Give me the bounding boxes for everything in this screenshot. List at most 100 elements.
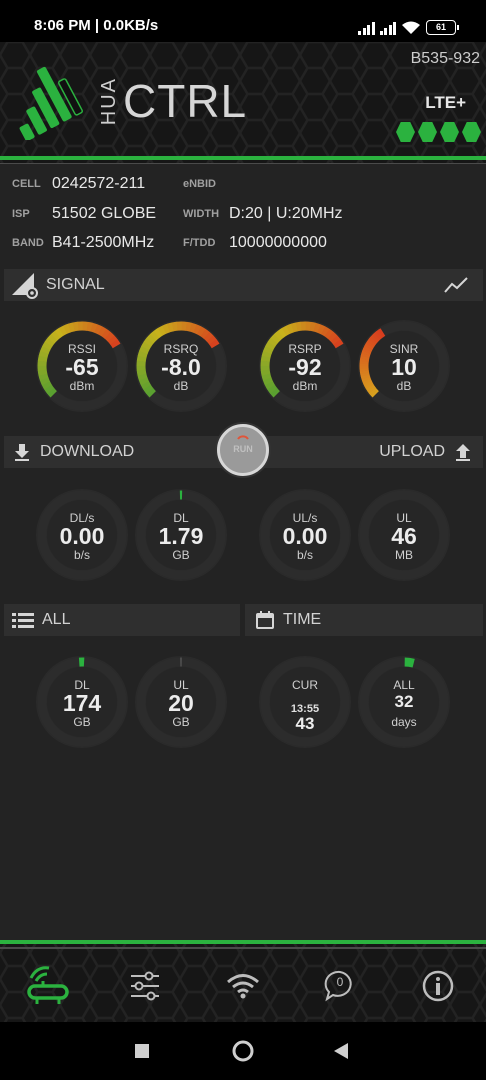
gauge-arc-segment xyxy=(327,331,338,342)
gauge-arc-segment xyxy=(149,330,160,341)
enbid-label: eNBID xyxy=(183,178,217,190)
nav-settings[interactable] xyxy=(117,962,173,1010)
gauge-unit: dB xyxy=(396,379,412,393)
gauge-arc-segment xyxy=(54,327,64,338)
list-icon xyxy=(12,613,34,628)
current-time-gauge: CUR 13:55 43 xyxy=(259,656,351,748)
nav-wifi[interactable] xyxy=(215,962,271,1010)
gauge-arc-segment xyxy=(309,321,317,332)
gauge-value: 1.79 xyxy=(158,523,204,549)
gauge-arc-segment xyxy=(185,321,193,332)
time-label: TIME xyxy=(283,611,322,628)
gauge-arc-segment xyxy=(67,322,76,333)
gauge-unit: b/s xyxy=(73,548,90,562)
cell-info-panel: CELL 0242572-211 eNBID ISP 51502 GLOBE W… xyxy=(0,170,486,262)
gauge-unit: GB xyxy=(73,715,91,729)
back-icon[interactable] xyxy=(333,1042,349,1060)
gauge-arc-segment xyxy=(72,321,80,332)
recents-icon[interactable] xyxy=(134,1043,150,1059)
gauge-arc-segment xyxy=(375,329,384,339)
gauge-arc-segment xyxy=(47,333,58,344)
gauge-arc-segment xyxy=(90,322,98,333)
home-icon[interactable] xyxy=(231,1039,255,1063)
upload-label: UPLOAD xyxy=(379,443,445,460)
gauge-arc-segment xyxy=(197,326,206,337)
gauge-ring xyxy=(259,656,351,748)
chart-icon[interactable] xyxy=(443,276,469,294)
nav-home[interactable] xyxy=(20,962,76,1010)
ftdd-value: 10000000000 xyxy=(229,234,327,251)
gauge-arc-segment xyxy=(146,333,157,344)
bottom-divider xyxy=(0,947,486,949)
ul-total-gauge: UL 46 MB xyxy=(358,489,450,581)
all-section-header[interactable]: ALL xyxy=(4,604,240,636)
signal-section-header[interactable]: SIGNAL xyxy=(4,269,483,301)
gauge-value: -92 xyxy=(288,354,322,380)
band-label: BAND xyxy=(12,237,44,249)
gauge-arc-segment xyxy=(86,321,94,332)
gauge-arc-segment xyxy=(290,322,299,333)
nav-info[interactable] xyxy=(410,962,466,1010)
header-divider xyxy=(0,163,486,164)
gauge-unit: dB xyxy=(173,379,189,393)
bottom-accent-line xyxy=(0,940,486,944)
gauge-arc-segment xyxy=(270,333,281,344)
gauge-unit: GB xyxy=(172,715,190,729)
upload-icon xyxy=(456,444,470,461)
rssi-gauge: RSSI -65 dBm xyxy=(36,320,128,412)
width-value: D:20 | U:20MHz xyxy=(229,205,343,222)
gauge-unit: dBm xyxy=(292,379,318,393)
isp-value: 51502 GLOBE xyxy=(52,205,157,222)
gauge-arc-segment xyxy=(377,328,386,338)
app-header: HUA CTRL B535-932 LTE+ xyxy=(0,42,486,164)
ftdd-label: F/TDD xyxy=(183,237,216,249)
ul-all-gauge: UL 20 GB xyxy=(135,656,227,748)
app-title-large: CTRL xyxy=(123,75,248,127)
cell-value: 0242572-211 xyxy=(52,175,146,192)
gauge-unit: GB xyxy=(172,548,190,562)
gauge-arc-segment xyxy=(153,327,163,338)
run-test-button[interactable]: RUN xyxy=(217,424,269,476)
gauge-arc-segment xyxy=(157,325,167,336)
info-icon xyxy=(422,970,454,1002)
gauge-value: -65 xyxy=(65,354,99,380)
gauge-title: ALL xyxy=(393,678,415,692)
gauge-arc-segment xyxy=(94,324,103,335)
gauge-arc-segment xyxy=(295,321,303,332)
app-logo-icon xyxy=(19,66,83,140)
dl-total-gauge: DL 1.79 GB xyxy=(135,489,227,581)
gauge-unit: MB xyxy=(395,548,413,562)
gauge-arc-segment xyxy=(171,321,179,332)
gauge-arc-segment xyxy=(286,323,295,334)
gauge-arc-segment xyxy=(313,322,321,333)
gauge-unit: days xyxy=(391,715,417,729)
gauge-progress-tick xyxy=(404,657,415,668)
gauge-arc-segment xyxy=(273,330,284,341)
rsrq-gauge: RSRQ -8.0 dB xyxy=(135,320,227,412)
gauge-arc-segment xyxy=(317,324,326,335)
gauge-unit: b/s xyxy=(296,548,313,562)
network-strength-indicator xyxy=(396,122,481,142)
gauge-value: 46 xyxy=(391,523,417,549)
gauge-arc-segment xyxy=(104,331,115,342)
time-section-header[interactable]: TIME xyxy=(245,604,483,636)
bottom-navigation: 0 xyxy=(0,940,486,1022)
sinr-gauge: SINR 10 dB xyxy=(358,320,450,412)
signal-label: SIGNAL xyxy=(46,276,105,293)
cell-signal-2-icon xyxy=(379,21,396,35)
nav-messages[interactable]: 0 xyxy=(312,962,368,1010)
network-type: LTE+ xyxy=(425,93,466,112)
app-title: HUA CTRL xyxy=(98,74,247,128)
gauge-arc-segment xyxy=(371,333,381,342)
status-bar: 8:06 PM | 0.0KB/s 61 xyxy=(0,0,486,42)
download-icon xyxy=(15,444,29,461)
dl-speed-gauge: DL/s 0.00 b/s xyxy=(36,489,128,581)
gauge-arc-segment xyxy=(50,330,61,341)
battery-icon: 61 xyxy=(426,20,459,35)
gauge-arc-segment xyxy=(370,334,379,343)
gauge-value: 174 xyxy=(62,690,102,716)
gauge-arc-segment xyxy=(189,322,197,333)
signal-settings-icon[interactable] xyxy=(10,271,40,299)
gauge-value: 43 xyxy=(295,714,315,733)
download-label: DOWNLOAD xyxy=(40,443,135,460)
